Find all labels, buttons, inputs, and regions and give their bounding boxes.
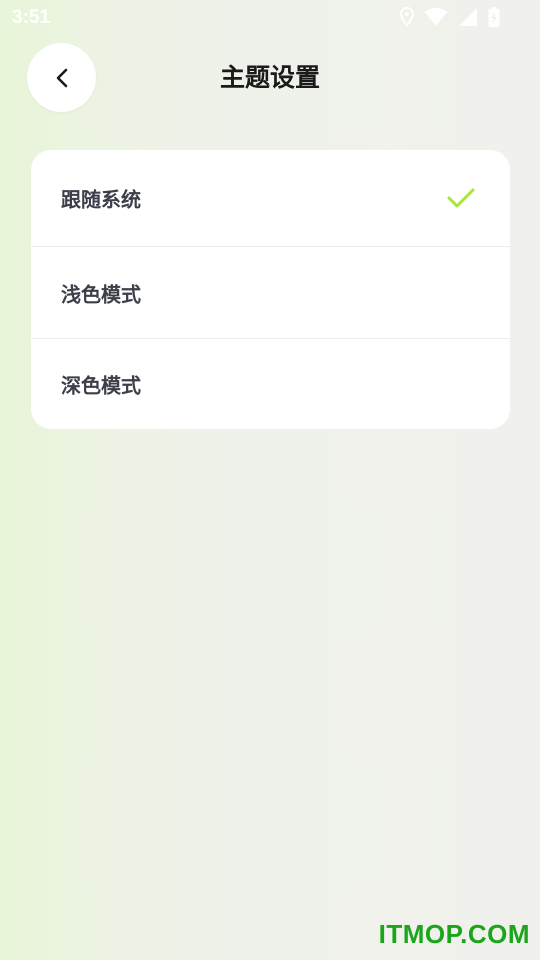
option-follow-system[interactable]: 跟随系统	[31, 150, 510, 246]
option-label: 浅色模式	[61, 282, 141, 306]
theme-options-card: 跟随系统 浅色模式 深色模式	[31, 150, 510, 429]
watermark-logo: ITMOP.COM	[378, 919, 530, 949]
wifi-icon	[424, 7, 448, 27]
status-bar: 3:51	[0, 0, 540, 36]
battery-icon	[488, 7, 500, 27]
option-label: 跟随系统	[61, 187, 141, 212]
cell-signal-icon	[458, 7, 478, 27]
option-label: 深色模式	[61, 373, 141, 398]
page-title: 主题设置	[219, 63, 320, 92]
checkmark-icon	[446, 186, 476, 210]
location-icon	[400, 7, 414, 27]
option-dark-mode[interactable]: 深色模式	[31, 339, 510, 429]
status-time: 3:51	[12, 7, 51, 28]
status-icons	[400, 7, 500, 27]
option-light-mode[interactable]: 浅色模式	[31, 247, 510, 338]
